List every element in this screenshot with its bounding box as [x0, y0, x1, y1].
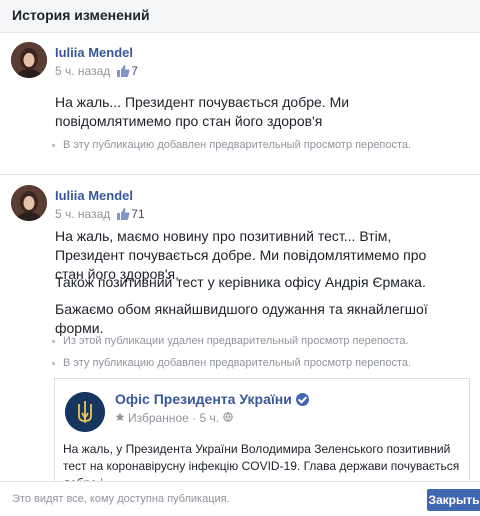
avatar[interactable] [11, 185, 47, 221]
verified-badge-icon [295, 392, 309, 406]
dialog-header: История изменений [0, 0, 480, 33]
close-button[interactable]: Закрыть [427, 489, 480, 511]
globe-icon [223, 411, 233, 425]
dialog-title: История изменений [12, 7, 150, 23]
thumbs-up-icon [116, 64, 130, 78]
like-count[interactable]: 71 [131, 207, 144, 221]
history-entry: Iuliia Mendel 5 ч. назад 7 На жаль... Пр… [0, 33, 480, 175]
avatar[interactable] [11, 42, 47, 78]
bullet-icon [52, 144, 55, 147]
author-name[interactable]: Iuliia Mendel [55, 188, 133, 203]
post-meta: 5 ч. назад 71 [55, 207, 145, 221]
shared-meta: Избранное · 5 ч. [115, 411, 233, 425]
shared-meta-label: Избранное [128, 411, 189, 425]
shared-post-text: На жаль, у Президента України Володимира… [63, 442, 460, 481]
post-text: Бажаємо обом якнайшвидшого одужання та я… [55, 301, 428, 336]
history-entry: Iuliia Mendel 5 ч. назад 71 На жаль, має… [0, 176, 480, 481]
change-note: Из этой публикации удален предварительны… [52, 335, 409, 347]
shared-time[interactable]: 5 ч. [200, 411, 220, 425]
post-time[interactable]: 5 ч. назад [55, 64, 110, 78]
post-text: Також позитивний тест у керівника офісу … [55, 274, 426, 290]
post-text: На жаль... Президент почувається добре. … [55, 94, 350, 129]
change-note-text: В эту публикацию добавлен предварительны… [63, 139, 412, 151]
bullet-icon [52, 340, 55, 343]
visibility-note: Это видят все, кому доступна публикация. [12, 493, 230, 505]
dialog-footer: Это видят все, кому доступна публикация.… [0, 481, 480, 516]
change-note-text: Из этой публикации удален предварительны… [63, 335, 409, 347]
trident-icon[interactable] [65, 392, 105, 432]
star-icon [115, 411, 125, 425]
change-note: В эту публикацию добавлен предварительны… [52, 357, 411, 369]
like-count[interactable]: 7 [131, 64, 138, 78]
thumbs-up-icon [116, 207, 130, 221]
author-name[interactable]: Iuliia Mendel [55, 45, 133, 60]
change-note-text: В эту публикацию добавлен предварительны… [63, 357, 412, 369]
shared-page-name[interactable]: Офіс Президента України [115, 391, 309, 407]
meta-separator: · [188, 411, 200, 425]
post-meta: 5 ч. назад 7 [55, 64, 138, 78]
bullet-icon [52, 362, 55, 365]
shared-post-preview[interactable]: Офіс Президента України Избранное · 5 ч.… [54, 378, 470, 481]
edit-history-list[interactable]: Iuliia Mendel 5 ч. назад 7 На жаль... Пр… [0, 33, 480, 481]
post-time[interactable]: 5 ч. назад [55, 207, 110, 221]
change-note: В эту публикацию добавлен предварительны… [52, 139, 411, 151]
shared-page-name-text[interactable]: Офіс Президента України [115, 391, 292, 407]
